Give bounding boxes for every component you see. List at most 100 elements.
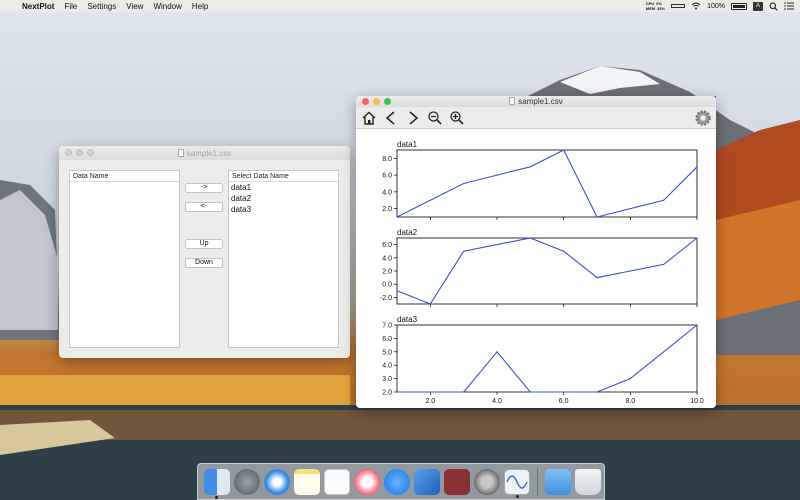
data-point <box>496 174 498 176</box>
menu-window[interactable]: Window <box>153 2 181 11</box>
move-up-button[interactable]: Up <box>185 239 223 249</box>
y-tick-label: 2.0 <box>382 390 392 397</box>
data-point <box>596 216 598 218</box>
data-point <box>563 250 565 252</box>
data-point <box>396 391 398 393</box>
minimize-button[interactable] <box>76 149 83 156</box>
x-tick-label: 4.0 <box>492 398 502 405</box>
safari-icon[interactable] <box>264 468 290 495</box>
data-point <box>563 391 565 393</box>
data-point <box>629 270 631 272</box>
music-icon[interactable] <box>354 468 380 495</box>
x-tick-label: 2.0 <box>425 398 435 405</box>
data-point <box>429 199 431 201</box>
wifi-icon[interactable] <box>691 2 701 10</box>
cpu-graph-icon <box>671 4 686 8</box>
x-tick-label: 8.0 <box>625 398 635 405</box>
close-button[interactable] <box>362 98 369 105</box>
y-tick-label: 3.0 <box>382 376 392 383</box>
menu-file[interactable]: File <box>64 2 77 11</box>
y-tick-label: 4.0 <box>382 189 392 196</box>
data-selector-window: sample1.csv Data Name -> <- Up Down Sele… <box>59 146 350 358</box>
data-point <box>663 199 665 201</box>
status-area: CPU 6% MEM 33% 100% A <box>646 0 794 12</box>
dictionary-icon[interactable] <box>444 468 470 495</box>
launchpad-icon[interactable] <box>234 468 260 495</box>
data-point <box>563 149 565 151</box>
app-menu-nextplot[interactable]: NextPlot <box>22 2 54 11</box>
list-header-select-data-name[interactable]: Select Data Name <box>229 171 338 182</box>
battery-percent: 100% <box>707 2 725 10</box>
remove-selection-button[interactable]: <- <box>185 202 223 212</box>
y-tick-label: 4.0 <box>382 255 392 262</box>
data-point <box>396 216 398 218</box>
window-titlebar[interactable]: sample1.csv <box>356 96 716 107</box>
data-point <box>463 182 465 185</box>
menu-help[interactable]: Help <box>192 2 208 11</box>
zoom-button[interactable] <box>384 98 391 105</box>
y-tick-label: 0.0 <box>382 282 392 289</box>
back-icon[interactable] <box>383 110 399 126</box>
list-item[interactable]: data1 <box>229 182 338 193</box>
data-point <box>496 351 498 353</box>
add-selection-button[interactable]: -> <box>185 183 223 193</box>
move-down-button[interactable]: Down <box>185 258 223 268</box>
menu-view[interactable]: View <box>126 2 143 11</box>
trash-icon[interactable] <box>575 468 601 495</box>
available-data-list[interactable]: Data Name <box>69 170 180 348</box>
data-point <box>629 208 631 210</box>
data-point <box>529 166 531 168</box>
downloads-folder-icon[interactable] <box>545 468 571 495</box>
home-icon[interactable] <box>361 110 377 126</box>
menu-settings[interactable]: Settings <box>87 2 116 11</box>
settings-gear-icon[interactable] <box>694 109 712 127</box>
close-button[interactable] <box>65 149 72 156</box>
y-tick-label: 5.0 <box>382 349 392 356</box>
minimize-button[interactable] <box>373 98 380 105</box>
finder-icon[interactable] <box>204 468 230 499</box>
textedit-icon[interactable] <box>324 468 350 495</box>
zoom-button[interactable] <box>87 149 94 156</box>
plot-canvas[interactable]: data12.04.06.08.0data2-2.00.02.04.06.0da… <box>356 129 716 408</box>
nextplot-icon[interactable] <box>504 468 530 498</box>
spotlight-search-icon[interactable] <box>769 2 778 11</box>
data-point <box>663 351 665 353</box>
data-point <box>696 324 698 326</box>
window-title: sample1.csv <box>356 97 716 106</box>
data-point <box>663 263 665 265</box>
data-point <box>463 250 465 252</box>
data-point <box>696 237 698 239</box>
notes-icon[interactable] <box>294 468 320 495</box>
zoom-in-icon[interactable] <box>449 110 465 126</box>
list-item[interactable]: data2 <box>229 193 338 204</box>
mem-value: 33% <box>657 6 666 11</box>
data-point <box>529 391 531 393</box>
notification-center-icon[interactable] <box>784 2 794 10</box>
zoom-out-icon[interactable] <box>427 110 443 126</box>
data-point <box>629 378 631 380</box>
list-item[interactable]: data3 <box>229 204 338 215</box>
subplot-title: data2 <box>397 228 418 237</box>
xcode-icon[interactable] <box>414 468 440 495</box>
window-titlebar[interactable]: sample1.csv <box>59 146 350 160</box>
system-preferences-icon[interactable] <box>474 468 500 495</box>
battery-icon[interactable] <box>731 2 747 10</box>
sine-wave-icon <box>506 474 528 489</box>
app-store-icon[interactable] <box>384 468 410 495</box>
input-source-icon[interactable]: A <box>753 1 763 11</box>
x-tick-label: 10.0 <box>690 398 704 405</box>
data-point <box>529 237 531 239</box>
menu-bar: NextPlot File Settings View Window Help … <box>0 0 800 12</box>
document-icon <box>177 148 184 157</box>
list-header-data-name[interactable]: Data Name <box>70 171 179 182</box>
cpu-mem-monitor[interactable]: CPU 6% MEM 33% <box>646 1 665 11</box>
y-tick-label: 2.0 <box>382 206 392 213</box>
data-point <box>429 391 431 393</box>
forward-icon[interactable] <box>405 110 421 126</box>
selected-data-list[interactable]: Select Data Name data1 data2 data3 <box>228 170 339 348</box>
plot-frame <box>396 149 698 218</box>
data-point <box>596 391 598 393</box>
y-tick-label: 2.0 <box>382 269 392 276</box>
y-tick-label: -2.0 <box>380 295 392 302</box>
data-point <box>429 303 431 305</box>
